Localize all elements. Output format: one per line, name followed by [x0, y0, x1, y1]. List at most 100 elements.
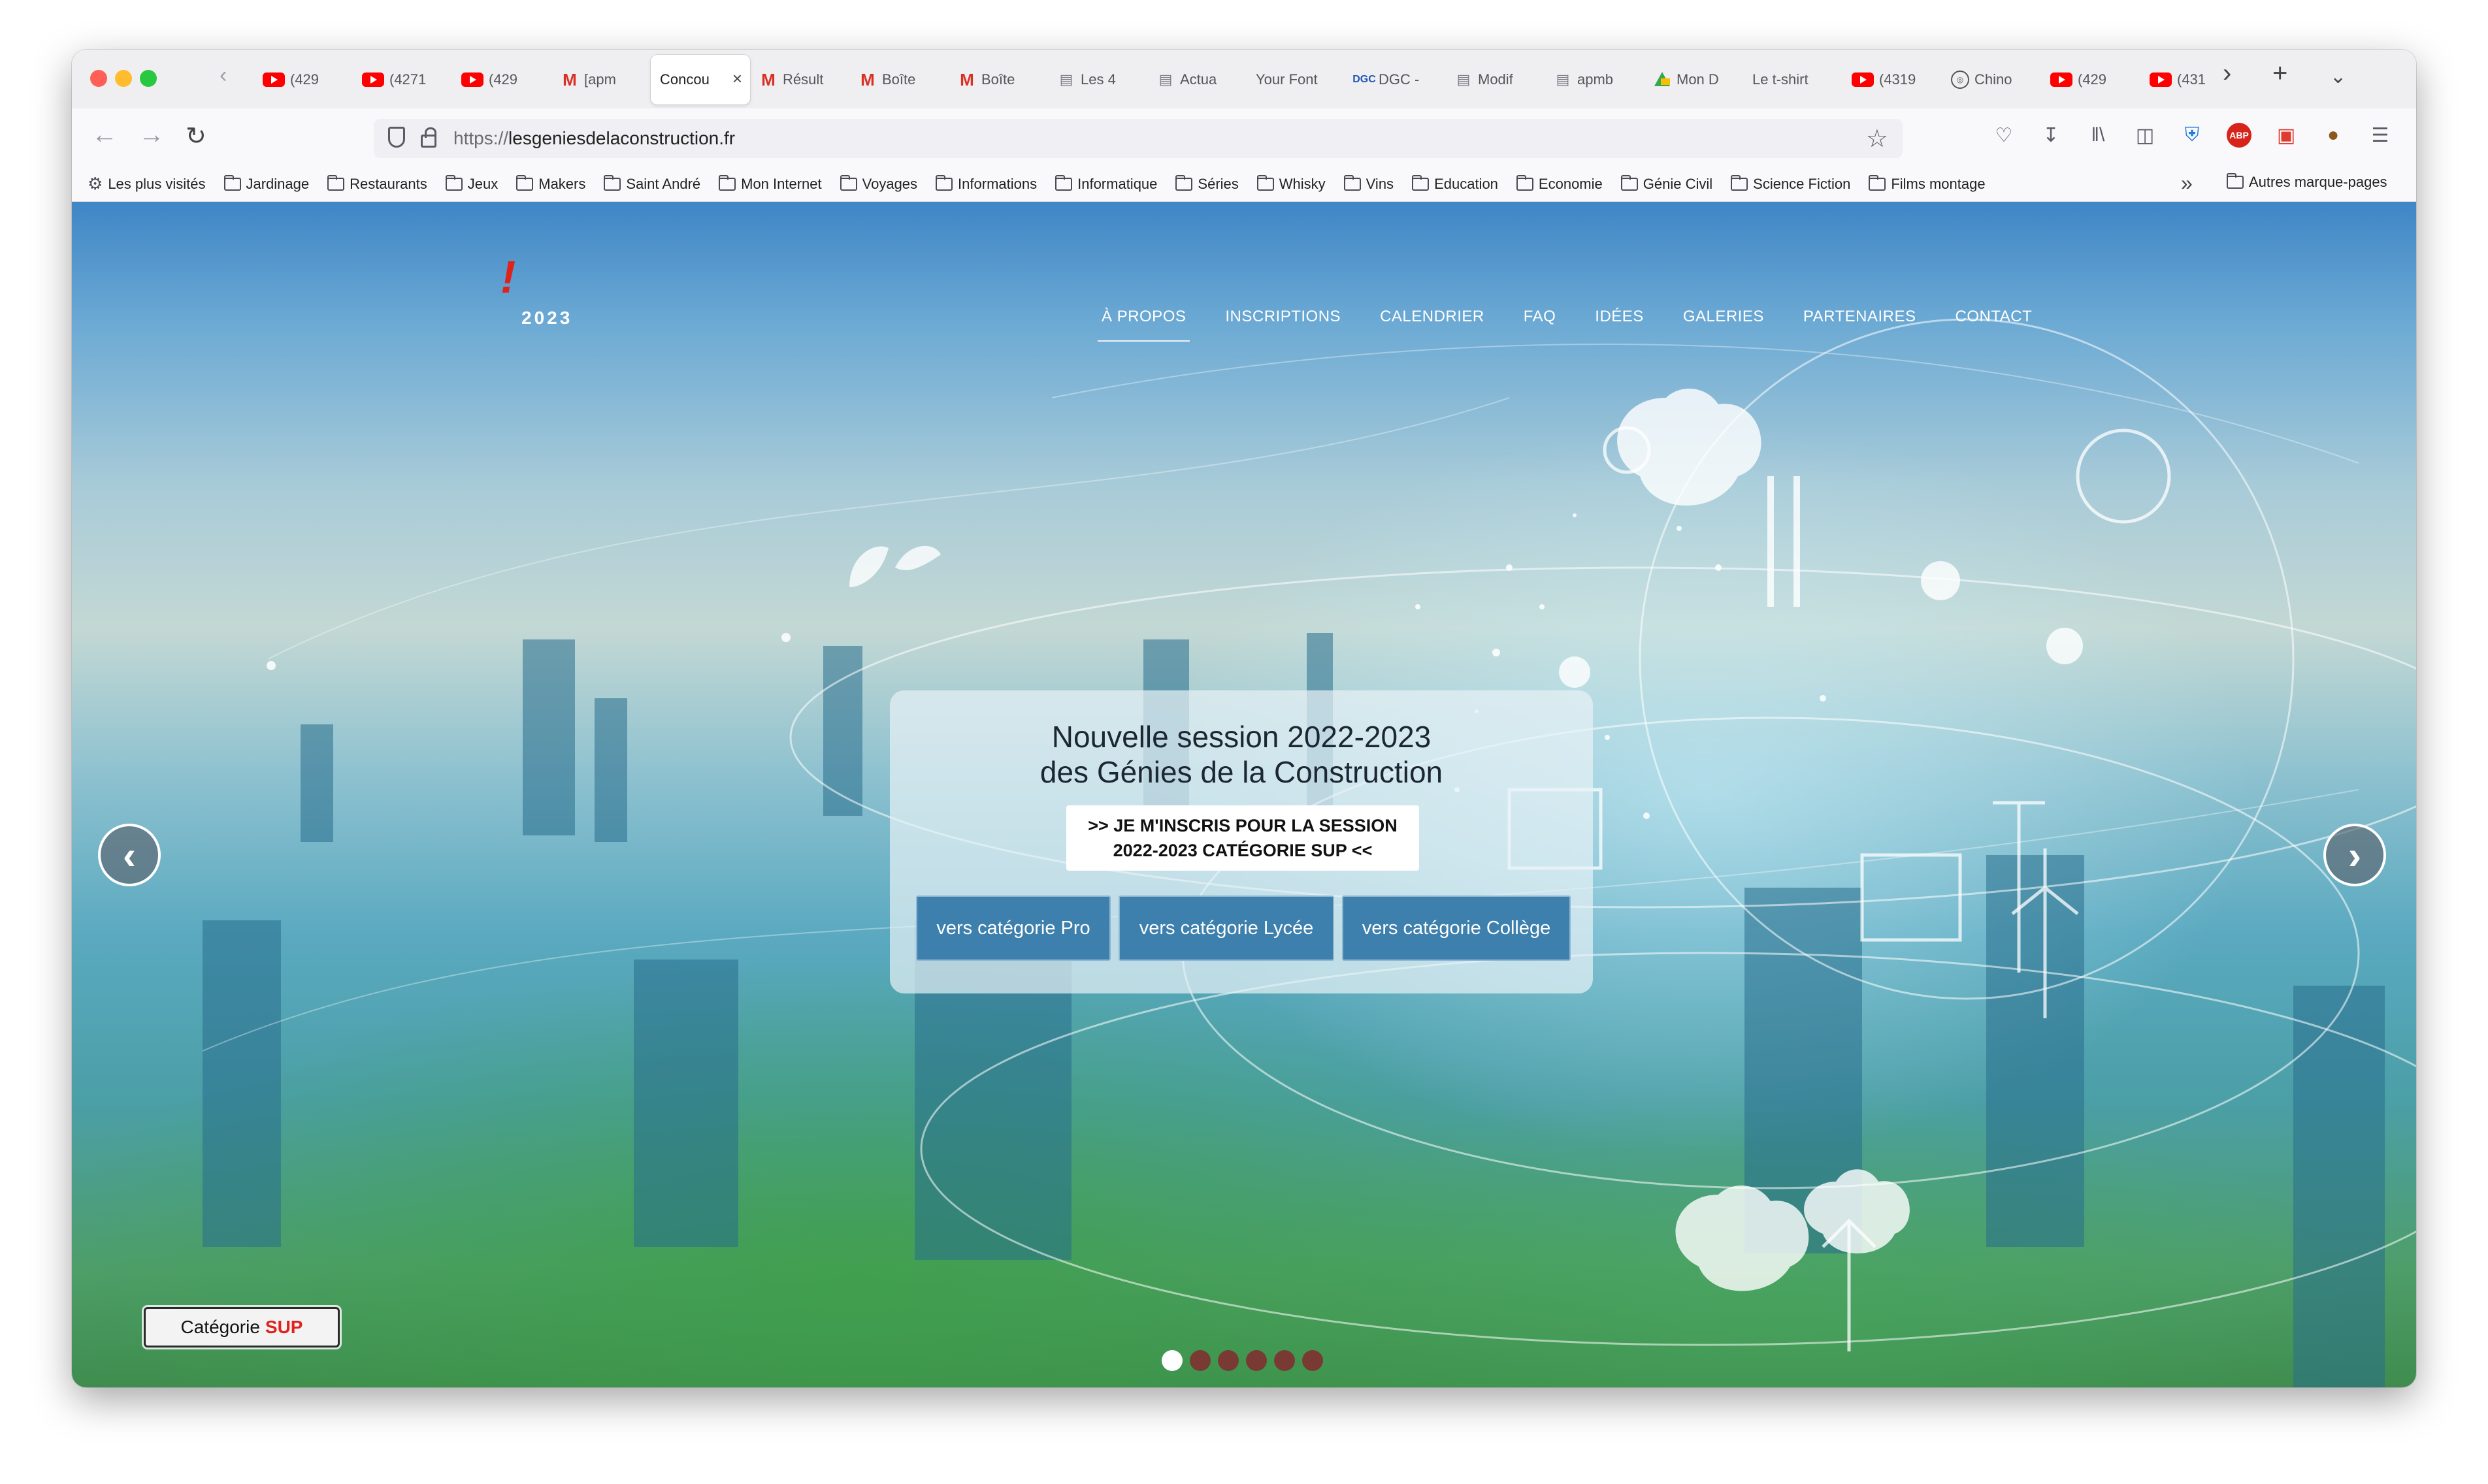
- tab[interactable]: ▤ apmb: [1545, 55, 1644, 105]
- reload-button[interactable]: ↻: [186, 121, 206, 151]
- bookmark-item[interactable]: Voyages: [840, 174, 917, 194]
- bookmark-item[interactable]: Saint André: [604, 174, 700, 194]
- url-bar[interactable]: https://lesgeniesdelaconstruction.fr ☆: [374, 119, 1903, 158]
- bookmark-item[interactable]: Mon Internet: [719, 174, 822, 194]
- bookmark-item[interactable]: Makers: [516, 174, 585, 194]
- other-bookmarks[interactable]: Autres marque-pages: [2227, 173, 2387, 191]
- web-page: ! 2023 À PROPOS INSCRIPTIONS CALENDRIER FAQ…: [72, 202, 2416, 1387]
- nav-link-contact[interactable]: CONTACT: [1956, 308, 2033, 326]
- carousel-dot[interactable]: [1218, 1350, 1239, 1371]
- tab[interactable]: M Boîte: [949, 55, 1048, 105]
- tab[interactable]: Your Font: [1247, 55, 1346, 105]
- tab[interactable]: DGC DGC -: [1346, 55, 1445, 105]
- category-lycee-button[interactable]: vers catégorie Lycée: [1119, 895, 1334, 961]
- download-icon[interactable]: ↧: [2038, 123, 2063, 148]
- category-pro-button[interactable]: vers catégorie Pro: [916, 895, 1111, 961]
- bookmark-item[interactable]: ⚙ Les plus visités: [88, 174, 206, 194]
- back-button[interactable]: ←: [91, 120, 118, 150]
- bookmark-item[interactable]: Jeux: [445, 174, 498, 194]
- folder-icon: [445, 174, 463, 191]
- bookmark-item[interactable]: Restaurants: [327, 174, 427, 194]
- carousel-dot[interactable]: [1190, 1350, 1211, 1371]
- carousel-dot[interactable]: [1246, 1350, 1267, 1371]
- zoom-window-button[interactable]: [140, 70, 157, 87]
- youtube-icon: [2050, 73, 2072, 87]
- tab[interactable]: (429: [452, 55, 551, 105]
- bookmark-item[interactable]: Informations: [936, 174, 1037, 194]
- tab[interactable]: Le t-shirt: [1743, 55, 1842, 105]
- tab[interactable]: ▤ Actua: [1147, 55, 1247, 105]
- url-text[interactable]: https://lesgeniesdelaconstruction.fr: [453, 128, 735, 149]
- chevron-left-icon[interactable]: ‹: [220, 63, 227, 88]
- bitwarden-icon[interactable]: ⛨: [2180, 123, 2204, 148]
- nav-link-galeries[interactable]: GALERIES: [1683, 308, 1764, 326]
- bookmark-item[interactable]: Education: [1412, 174, 1498, 194]
- adblock-icon[interactable]: ABP: [2227, 123, 2251, 148]
- bookmark-item[interactable]: Economie: [1516, 174, 1603, 194]
- signup-line2: 2022-2023 CATÉGORIE SUP <<: [1113, 841, 1373, 860]
- tab[interactable]: (429: [254, 55, 353, 105]
- nav-link-faq[interactable]: FAQ: [1524, 308, 1556, 326]
- close-window-button[interactable]: [90, 70, 107, 87]
- nav-link-id-es[interactable]: IDÉES: [1595, 308, 1644, 326]
- bookmark-item[interactable]: Informatique: [1055, 174, 1157, 194]
- category-badge-highlight: SUP: [265, 1317, 303, 1337]
- extension-icon[interactable]: ●: [2321, 123, 2346, 148]
- tab[interactable]: (4319: [1842, 55, 1942, 105]
- tab[interactable]: M Boîte: [849, 55, 949, 105]
- bookmark-label: Saint André: [626, 175, 701, 192]
- bookmark-item[interactable]: Jardinage: [223, 174, 309, 194]
- bookmark-item[interactable]: Films montage: [1869, 174, 1986, 194]
- bookmark-item[interactable]: Génie Civil: [1620, 174, 1712, 194]
- signup-sup-button[interactable]: >> JE M'INSCRIS POUR LA SESSION 2022-202…: [1066, 805, 1419, 871]
- bookmark-label: Séries: [1198, 175, 1239, 192]
- tab[interactable]: ▤ Modif: [1445, 55, 1545, 105]
- site-logo-mark[interactable]: !: [500, 254, 516, 300]
- nav-link-calendrier[interactable]: CALENDRIER: [1380, 308, 1484, 326]
- library-icon[interactable]: ‖\: [2086, 123, 2110, 148]
- tab[interactable]: (429: [2041, 55, 2140, 105]
- new-tab-button[interactable]: +: [2272, 59, 2287, 88]
- carousel-dot[interactable]: [1274, 1350, 1295, 1371]
- menu-icon[interactable]: ☰: [2368, 123, 2393, 148]
- bookmark-item[interactable]: Whisky: [1256, 174, 1326, 194]
- nav-link-inscriptions[interactable]: INSCRIPTIONS: [1225, 308, 1341, 326]
- bookmark-item[interactable]: Science Fiction: [1731, 174, 1850, 194]
- category-college-button[interactable]: vers catégorie Collège: [1342, 895, 1571, 961]
- screenshot-icon[interactable]: ▣: [2274, 123, 2299, 148]
- forward-button[interactable]: →: [139, 120, 165, 150]
- tab[interactable]: Mon D: [1644, 55, 1743, 105]
- carousel-dot[interactable]: [1162, 1350, 1183, 1371]
- tracking-shield-icon[interactable]: [388, 127, 405, 148]
- chevron-right-icon[interactable]: ›: [2223, 59, 2231, 88]
- tab[interactable]: M Résult: [750, 55, 849, 105]
- carousel-next-button[interactable]: ›: [2323, 824, 2386, 886]
- tab[interactable]: (4271: [353, 55, 452, 105]
- chevron-down-icon[interactable]: ⌄: [2330, 65, 2346, 88]
- minimize-window-button[interactable]: [115, 70, 132, 87]
- lock-icon[interactable]: [421, 127, 436, 148]
- carousel-dot[interactable]: [1302, 1350, 1323, 1371]
- tab-active[interactable]: Concou ×: [651, 55, 750, 105]
- bookmark-item[interactable]: Vins: [1343, 174, 1394, 194]
- bookmarks-overflow-icon[interactable]: »: [2181, 171, 2193, 195]
- tab[interactable]: M [apm: [551, 55, 651, 105]
- tab-label: [apm: [584, 71, 616, 88]
- tab-close-icon[interactable]: ×: [732, 69, 742, 89]
- bookmark-item[interactable]: Séries: [1175, 174, 1239, 194]
- tab-label: (4271: [389, 71, 427, 88]
- bookmark-star-icon[interactable]: ☆: [1866, 124, 1888, 153]
- bookmark-label: Informations: [958, 175, 1038, 192]
- sidebar-icon[interactable]: ◫: [2133, 123, 2157, 148]
- carousel-prev-button[interactable]: ‹: [98, 824, 161, 886]
- nav-link-propos[interactable]: À PROPOS: [1097, 308, 1190, 342]
- site-logo-year[interactable]: 2023: [521, 308, 572, 329]
- folder-icon: [1055, 174, 1073, 191]
- tab[interactable]: ◎ Chino: [1942, 55, 2041, 105]
- pocket-icon[interactable]: ♡: [1991, 123, 2016, 148]
- tab[interactable]: ▤ Les 4: [1048, 55, 1147, 105]
- tab-label: (429: [489, 71, 518, 88]
- nav-link-partenaires[interactable]: PARTENAIRES: [1803, 308, 1916, 326]
- folder-icon: [327, 174, 345, 191]
- session-announcement-panel: Nouvelle session 2022-2023 des Génies de…: [890, 690, 1593, 993]
